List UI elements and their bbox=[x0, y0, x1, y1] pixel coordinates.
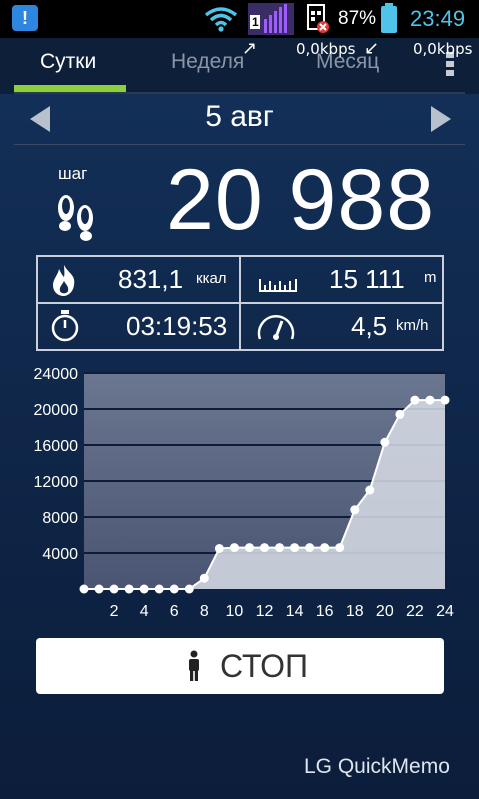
x-tick-label: 6 bbox=[170, 603, 179, 620]
signal-badge: 1 bbox=[252, 15, 259, 29]
no-sim-icon bbox=[307, 4, 329, 33]
x-tick-label: 24 bbox=[436, 603, 454, 620]
chart-point bbox=[320, 543, 330, 553]
speedometer-icon bbox=[257, 315, 295, 340]
steps-label: шаг bbox=[58, 164, 88, 183]
x-tick-label: 20 bbox=[376, 603, 394, 620]
distance-unit: m bbox=[424, 269, 437, 286]
download-arrow-icon: ↙ bbox=[364, 38, 380, 58]
chart-point bbox=[365, 485, 375, 495]
chart-point bbox=[94, 584, 104, 594]
y-tick-label: 16000 bbox=[34, 438, 79, 455]
battery-percent: 87% bbox=[338, 8, 377, 29]
signal-icon: 1 bbox=[248, 3, 294, 35]
tab-day[interactable]: Сутки bbox=[40, 50, 96, 74]
calories-value: 831,1 bbox=[118, 264, 184, 294]
x-tick-label: 22 bbox=[406, 603, 424, 620]
y-tick-label: 4000 bbox=[42, 546, 78, 563]
chart-point bbox=[199, 573, 209, 583]
quickmemo-label: LG QuickMemo bbox=[304, 755, 450, 778]
chart-point bbox=[184, 584, 194, 594]
chart-point bbox=[154, 584, 164, 594]
stop-button[interactable]: СТОП bbox=[36, 638, 444, 694]
chart-point bbox=[335, 543, 345, 553]
upload-arrow-icon: ↗ bbox=[242, 38, 258, 58]
x-tick-label: 2 bbox=[110, 603, 119, 620]
y-tick-label: 24000 bbox=[34, 366, 79, 383]
chart-point bbox=[380, 437, 390, 447]
person-icon bbox=[189, 650, 199, 681]
upload-speed: 0,0kbps bbox=[296, 40, 356, 58]
duration-value: 03:19:53 bbox=[126, 311, 228, 341]
clock: 23:49 bbox=[410, 6, 466, 31]
period-tabs: Сутки Неделя Месяц bbox=[0, 38, 479, 94]
wifi-icon bbox=[204, 7, 238, 32]
speed-unit: km/h bbox=[396, 317, 429, 334]
y-tick-label: 12000 bbox=[34, 474, 79, 491]
download-speed: 0,0kbps bbox=[413, 40, 473, 58]
chart-point bbox=[79, 584, 89, 594]
x-tick-label: 4 bbox=[140, 603, 149, 620]
chart-point bbox=[139, 584, 149, 594]
chart-point bbox=[169, 584, 179, 594]
chart-point bbox=[425, 395, 435, 405]
chart-point bbox=[109, 584, 119, 594]
chart-point bbox=[124, 584, 134, 594]
chart-point bbox=[275, 543, 285, 553]
steps-count: 20 988 bbox=[166, 152, 436, 248]
stop-label: СТОП bbox=[220, 648, 309, 684]
date-navigation: 5 авг bbox=[14, 96, 465, 144]
x-tick-label: 18 bbox=[346, 603, 364, 620]
ruler-icon bbox=[259, 279, 297, 292]
tab-divider bbox=[14, 92, 465, 94]
chart-point bbox=[395, 409, 405, 419]
chart-point bbox=[260, 543, 269, 553]
y-tick-label: 8000 bbox=[42, 510, 78, 527]
chart-point bbox=[350, 505, 360, 515]
next-day-icon[interactable] bbox=[431, 106, 451, 132]
x-tick-label: 10 bbox=[226, 603, 244, 620]
chart-point bbox=[440, 395, 450, 405]
stats-grid: 831,1 ккал 15 111 m 03:19:53 4,5 km/h bbox=[36, 255, 444, 351]
y-tick-label: 20000 bbox=[34, 402, 79, 419]
stopwatch-icon bbox=[51, 310, 79, 342]
distance-value: 15 111 bbox=[329, 264, 405, 294]
x-tick-label: 8 bbox=[200, 603, 209, 620]
chart-point bbox=[290, 543, 300, 553]
app-notification-icon[interactable]: ! bbox=[12, 5, 38, 31]
status-bar: ! 1 87% 23:49 bbox=[0, 0, 479, 38]
battery-icon bbox=[381, 3, 397, 33]
tab-week[interactable]: Неделя bbox=[171, 50, 244, 74]
steps-chart: 40008000120001600020000240002 4 6 8 10 12 14 16… bbox=[34, 366, 455, 620]
flame-icon bbox=[53, 265, 75, 296]
date-divider bbox=[14, 144, 465, 145]
x-tick-label: 12 bbox=[256, 603, 274, 620]
chart-point bbox=[410, 395, 420, 405]
current-date: 5 авг bbox=[205, 100, 274, 133]
speed-value: 4,5 bbox=[351, 311, 388, 341]
footprints-icon bbox=[58, 195, 93, 241]
x-tick-label: 14 bbox=[286, 603, 304, 620]
x-tick-label: 16 bbox=[316, 603, 334, 620]
chart-point bbox=[229, 543, 239, 553]
chart-point bbox=[244, 543, 254, 553]
chart-point bbox=[214, 544, 224, 553]
calories-unit: ккал bbox=[196, 270, 227, 287]
chart-point bbox=[305, 543, 315, 553]
active-tab-indicator bbox=[14, 85, 126, 92]
